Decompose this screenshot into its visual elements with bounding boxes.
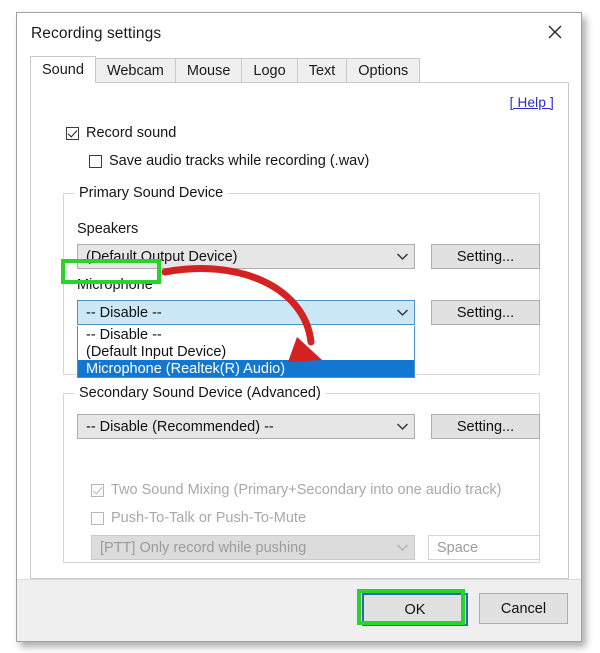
chevron-down-icon	[390, 308, 414, 317]
tab-label: Sound	[42, 62, 84, 78]
close-icon[interactable]	[533, 15, 577, 49]
tab-label: Mouse	[186, 63, 231, 79]
cancel-button[interactable]: Cancel	[479, 593, 568, 624]
record-sound-row[interactable]: Record sound	[66, 125, 176, 141]
speakers-value: (Default Output Device)	[86, 248, 238, 265]
ptt-key-field[interactable]: Space	[428, 535, 540, 560]
window-title: Recording settings	[31, 25, 162, 42]
tab-label: Text	[308, 63, 336, 79]
tab-label: Logo	[253, 63, 286, 79]
tab-logo[interactable]: Logo	[241, 58, 298, 83]
microphone-label: Microphone	[77, 277, 153, 293]
chevron-down-icon	[390, 422, 414, 431]
speakers-setting-label: Setting...	[456, 248, 515, 265]
microphone-setting-label: Setting...	[456, 304, 515, 321]
recording-settings-dialog: Recording settings Sound Webcam Mouse Lo…	[16, 12, 582, 642]
ok-button[interactable]: OK	[362, 593, 468, 626]
push-to-talk-label: Push-To-Talk or Push-To-Mute	[111, 510, 307, 526]
dropdown-option-disable[interactable]: -- Disable --	[78, 326, 414, 343]
chevron-down-icon	[390, 543, 414, 552]
microphone-setting-button[interactable]: Setting...	[431, 300, 540, 325]
primary-group-title: Primary Sound Device	[74, 185, 229, 201]
tab-options[interactable]: Options	[346, 58, 421, 83]
screenshot-root: Recording settings Sound Webcam Mouse Lo…	[0, 0, 600, 653]
chevron-down-icon	[390, 252, 414, 261]
tab-sound[interactable]: Sound	[30, 56, 96, 83]
speakers-setting-button[interactable]: Setting...	[431, 244, 540, 269]
two-sound-mixing-label: Two Sound Mixing (Primary+Secondary into…	[111, 482, 502, 498]
secondary-group-title: Secondary Sound Device (Advanced)	[74, 385, 326, 401]
tab-text[interactable]: Text	[296, 58, 348, 83]
push-to-talk-row[interactable]: Push-To-Talk or Push-To-Mute	[91, 510, 306, 526]
microphone-dropdown-list[interactable]: -- Disable -- (Default Input Device) Mic…	[77, 326, 415, 378]
two-sound-mixing-row[interactable]: Two Sound Mixing (Primary+Secondary into…	[91, 482, 501, 498]
speakers-combobox[interactable]: (Default Output Device)	[77, 244, 415, 269]
secondary-setting-button[interactable]: Setting...	[431, 414, 540, 439]
secondary-device-combobox[interactable]: -- Disable (Recommended) --	[77, 414, 415, 439]
push-to-talk-checkbox[interactable]	[91, 511, 104, 525]
dropdown-option-default-input[interactable]: (Default Input Device)	[78, 343, 414, 360]
save-audio-tracks-label: Save audio tracks while recording (.wav)	[109, 153, 370, 169]
tab-label: Options	[358, 63, 409, 79]
dialog-footer: OK Cancel	[17, 579, 581, 641]
two-sound-mixing-checkbox[interactable]	[91, 483, 104, 497]
tab-bar: Sound Webcam Mouse Logo Text Options	[30, 56, 569, 83]
tab-mouse[interactable]: Mouse	[174, 58, 243, 83]
save-audio-tracks-row[interactable]: Save audio tracks while recording (.wav)	[89, 153, 369, 169]
title-bar: Recording settings	[17, 13, 581, 56]
microphone-combobox[interactable]: -- Disable --	[77, 300, 415, 325]
ptt-mode-combobox[interactable]: [PTT] Only record while pushing	[91, 535, 415, 560]
sound-tab-panel: Record sound [ Help ] Save audio tracks …	[30, 82, 569, 579]
ok-label: OK	[404, 601, 426, 618]
ptt-mode-value: [PTT] Only record while pushing	[100, 539, 307, 556]
speakers-label: Speakers	[77, 221, 139, 237]
tab-webcam[interactable]: Webcam	[94, 58, 176, 83]
secondary-device-value: -- Disable (Recommended) --	[86, 418, 274, 435]
save-audio-tracks-checkbox[interactable]	[89, 154, 102, 168]
ptt-key-value: Space	[437, 539, 479, 556]
record-sound-checkbox[interactable]	[66, 126, 79, 140]
secondary-setting-label: Setting...	[456, 418, 515, 435]
cancel-label: Cancel	[500, 600, 547, 617]
dropdown-option-realtek[interactable]: Microphone (Realtek(R) Audio)	[78, 360, 414, 377]
microphone-value: -- Disable --	[86, 304, 162, 321]
record-sound-label: Record sound	[86, 125, 177, 141]
tab-label: Webcam	[106, 63, 164, 79]
help-link[interactable]: [ Help ]	[510, 95, 554, 110]
